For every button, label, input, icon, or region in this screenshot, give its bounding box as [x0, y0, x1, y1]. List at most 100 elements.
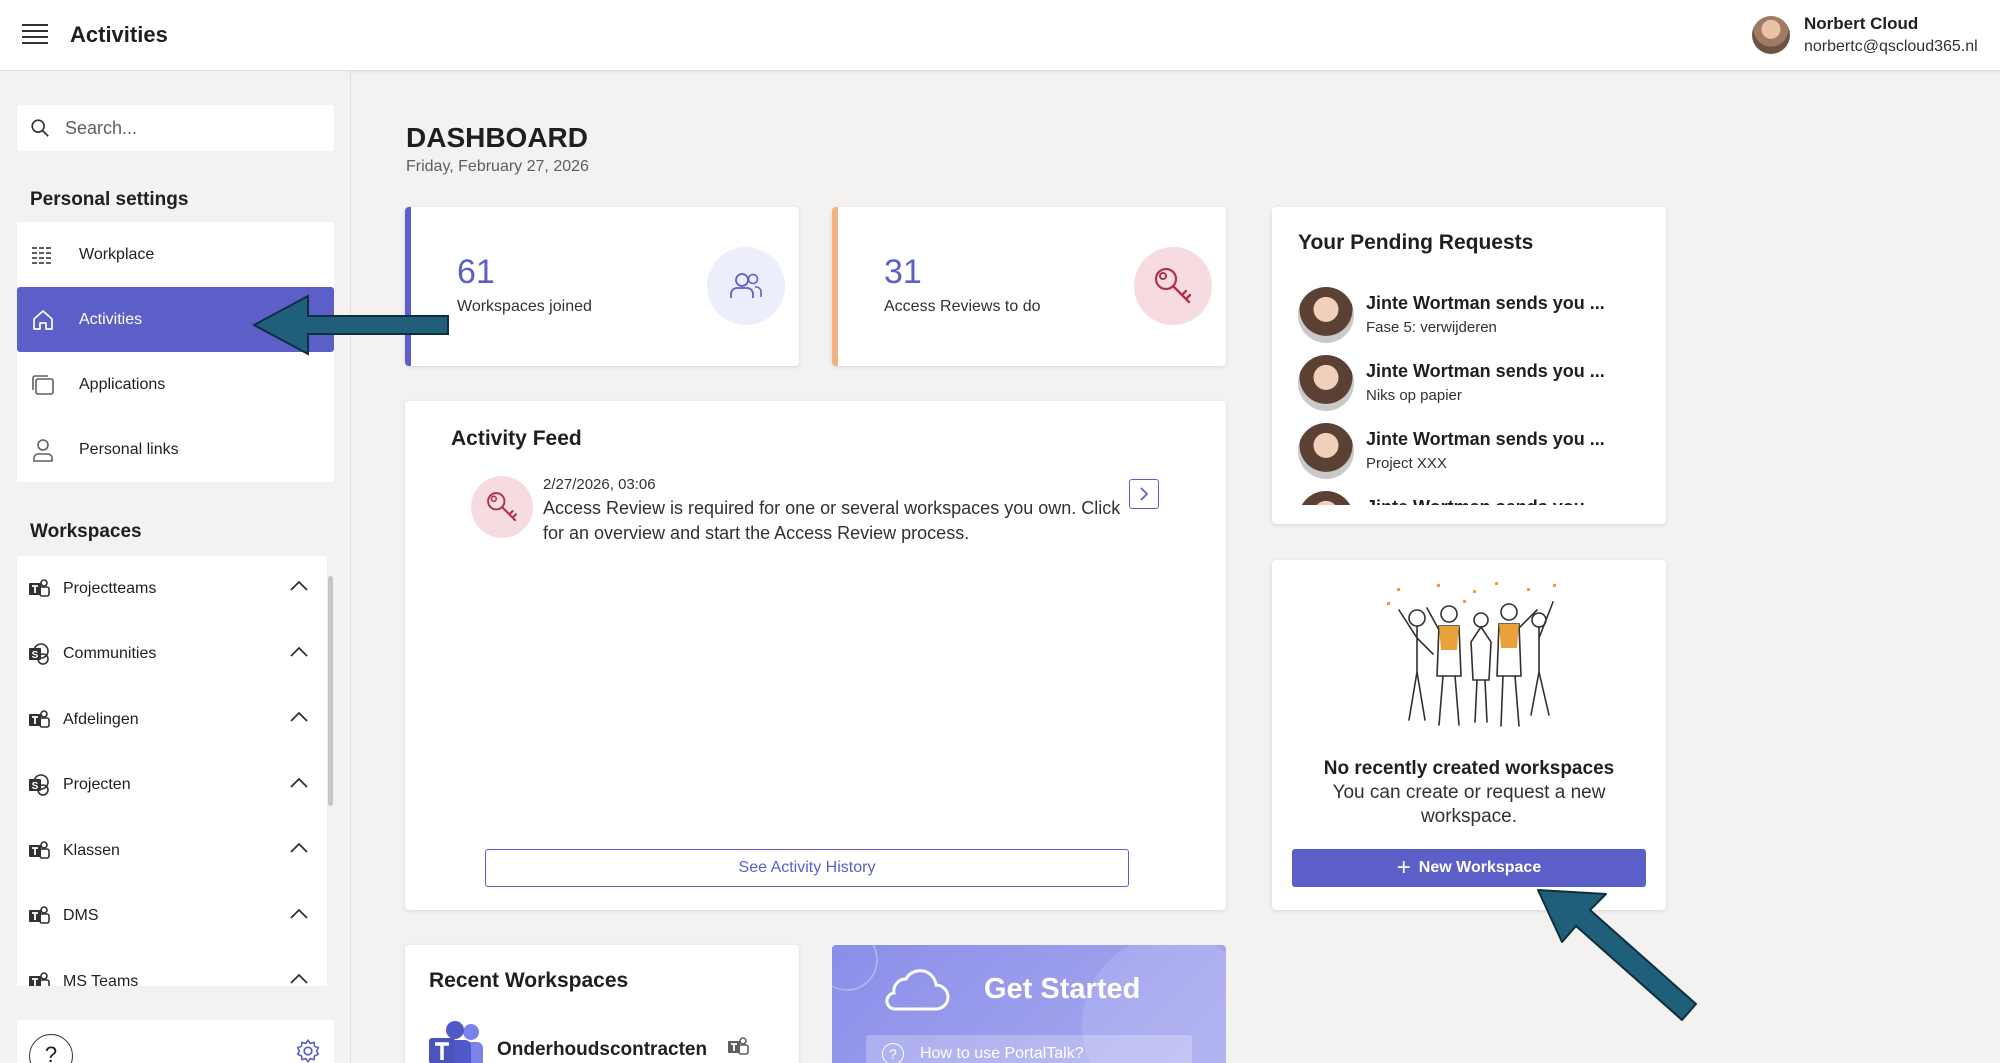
workspace-item-ms-teams[interactable]: MS Teams: [17, 949, 327, 986]
key-icon: [1134, 247, 1212, 325]
search-icon: [31, 119, 49, 137]
get-started-title: Get Started: [984, 973, 1141, 1005]
chevron-up-icon[interactable]: [289, 841, 309, 855]
workspace-item-dms[interactable]: DMS: [17, 884, 327, 950]
pending-request-item[interactable]: Jinte Wortman sends you ... Niks op papi…: [1298, 355, 1628, 415]
new-workspaces-card: No recently created workspaces You can c…: [1272, 560, 1666, 910]
annotation-arrow-new-workspace: [1537, 889, 1697, 1021]
workspaces-list: Projectteams S Communities Afdelingen S …: [17, 556, 327, 986]
home-icon: [31, 308, 55, 332]
people-icon: [707, 247, 785, 325]
pending-request-item[interactable]: Jinte Wortman sends you ...: [1298, 491, 1628, 505]
sidebar-item-applications[interactable]: Applications: [17, 352, 334, 417]
recent-workspace-name[interactable]: Onderhoudscontracten: [497, 1039, 707, 1061]
teams-icon: [29, 840, 50, 859]
personal-settings-title: Personal settings: [30, 189, 189, 210]
sidebar-item-personal-links[interactable]: Personal links: [17, 417, 334, 482]
pending-request-name: Jinte Wortman sends you ...: [1366, 429, 1605, 449]
user-email: norbertc@qscloud365.nl: [1804, 38, 1978, 55]
chevron-up-icon[interactable]: [289, 776, 309, 790]
workspace-item-label: Afdelingen: [63, 710, 139, 728]
teams-icon: [29, 971, 50, 986]
avatar: [1298, 355, 1354, 411]
sharepoint-icon: S: [29, 774, 49, 797]
access-reviews-label: Access Reviews to do: [884, 298, 1041, 315]
help-circle-icon: ?: [882, 1043, 904, 1063]
celebrating-people-illustration: [1387, 582, 1556, 727]
workspace-item-projectteams[interactable]: Projectteams: [17, 556, 327, 622]
pending-request-item[interactable]: Jinte Wortman sends you ... Fase 5: verw…: [1298, 287, 1628, 347]
chevron-up-icon[interactable]: [289, 645, 309, 659]
workspace-item-projecten[interactable]: S Projecten: [17, 753, 327, 819]
teams-icon: [29, 709, 50, 728]
activity-feed-title: Activity Feed: [451, 427, 582, 450]
teams-icon: [29, 906, 50, 925]
top-bar: Activities Norbert Cloud norbertc@qsclou…: [0, 0, 2000, 71]
app-title: Activities: [70, 22, 168, 47]
pending-request-subject: Project XXX: [1366, 455, 1447, 472]
annotation-arrow-activities: [252, 294, 449, 356]
sidebar-footer: ?: [17, 1020, 334, 1063]
avatar: [1298, 423, 1354, 479]
pending-request-subject: Fase 5: verwijderen: [1366, 319, 1497, 336]
workspaces-joined-card[interactable]: 61 Workspaces joined: [405, 207, 799, 366]
avatar: [1298, 491, 1354, 505]
pending-requests-title: Your Pending Requests: [1298, 231, 1534, 254]
hamburger-menu-icon[interactable]: [22, 24, 48, 46]
user-avatar[interactable]: [1752, 16, 1790, 54]
avatar: [1298, 287, 1354, 343]
teams-logo-icon: [429, 1021, 483, 1063]
get-started-card[interactable]: Get Started ? How to use PortalTalk?: [832, 945, 1226, 1063]
recent-workspaces-card: Recent Workspaces Onderhoudscontracten: [405, 945, 799, 1063]
workspace-item-label: Projectteams: [63, 579, 157, 597]
chevron-up-icon[interactable]: [289, 907, 309, 921]
sharepoint-icon: S: [29, 643, 49, 666]
pending-request-name: Jinte Wortman sends you ...: [1366, 293, 1605, 313]
teams-icon: [29, 578, 50, 597]
recent-workspaces-title: Recent Workspaces: [429, 969, 629, 992]
search-box: [17, 105, 334, 151]
pending-request-subject: Niks op papier: [1366, 387, 1462, 404]
chevron-up-icon[interactable]: [289, 710, 309, 724]
user-name: Norbert Cloud: [1804, 14, 1919, 33]
workspace-item-communities[interactable]: S Communities: [17, 622, 327, 688]
page-date: Friday, February 27, 2026: [406, 158, 589, 175]
workspace-item-label: MS Teams: [63, 972, 139, 986]
chevron-up-icon[interactable]: [289, 579, 309, 593]
workspaces-title: Workspaces: [30, 521, 142, 542]
access-reviews-card[interactable]: 31 Access Reviews to do: [832, 207, 1226, 366]
pending-request-item[interactable]: Jinte Wortman sends you ... Project XXX: [1298, 423, 1628, 483]
workspaces-joined-label: Workspaces joined: [457, 298, 592, 315]
chevron-up-icon[interactable]: [289, 972, 309, 986]
feed-item-date: 2/27/2026, 03:06: [543, 476, 656, 493]
workspace-item-label: Klassen: [63, 841, 120, 859]
get-started-link[interactable]: ? How to use PortalTalk?: [866, 1035, 1192, 1063]
sidebar-item-label: Workplace: [79, 245, 155, 263]
sidebar-item-label: Applications: [79, 375, 166, 393]
person-icon: [31, 438, 55, 462]
sidebar-item-label: Personal links: [79, 440, 179, 458]
workspace-item-label: Projecten: [63, 776, 131, 794]
help-button[interactable]: ?: [29, 1034, 73, 1063]
page-title: DASHBOARD: [406, 122, 588, 153]
gear-icon[interactable]: [295, 1038, 321, 1063]
search-input[interactable]: [65, 105, 325, 151]
feed-item-text[interactable]: Access Review is required for one or sev…: [543, 496, 1129, 546]
sidebar-item-workplace[interactable]: Workplace: [17, 222, 334, 287]
sidebar-scrollbar[interactable]: [328, 576, 333, 806]
svg-text:S: S: [32, 650, 39, 661]
pending-request-name: Jinte Wortman sends you ...: [1366, 361, 1605, 381]
workspaces-joined-count: 61: [457, 253, 495, 291]
workspace-item-afdelingen[interactable]: Afdelingen: [17, 687, 327, 753]
pending-requests-list: Jinte Wortman sends you ... Fase 5: verw…: [1272, 277, 1666, 505]
pending-request-name: Jinte Wortman sends you ...: [1366, 497, 1605, 505]
chevron-right-icon[interactable]: [1129, 479, 1159, 509]
applications-icon: [31, 373, 55, 397]
sidebar: Personal settings Workplace Activities A…: [0, 71, 351, 1063]
see-activity-history-button[interactable]: See Activity History: [485, 849, 1129, 887]
workspace-item-label: DMS: [63, 907, 99, 925]
empty-state-title: No recently created workspaces: [1323, 758, 1615, 779]
cloud-icon: [885, 969, 950, 1011]
workspace-item-klassen[interactable]: Klassen: [17, 818, 327, 884]
access-review-key-icon: [471, 476, 533, 538]
